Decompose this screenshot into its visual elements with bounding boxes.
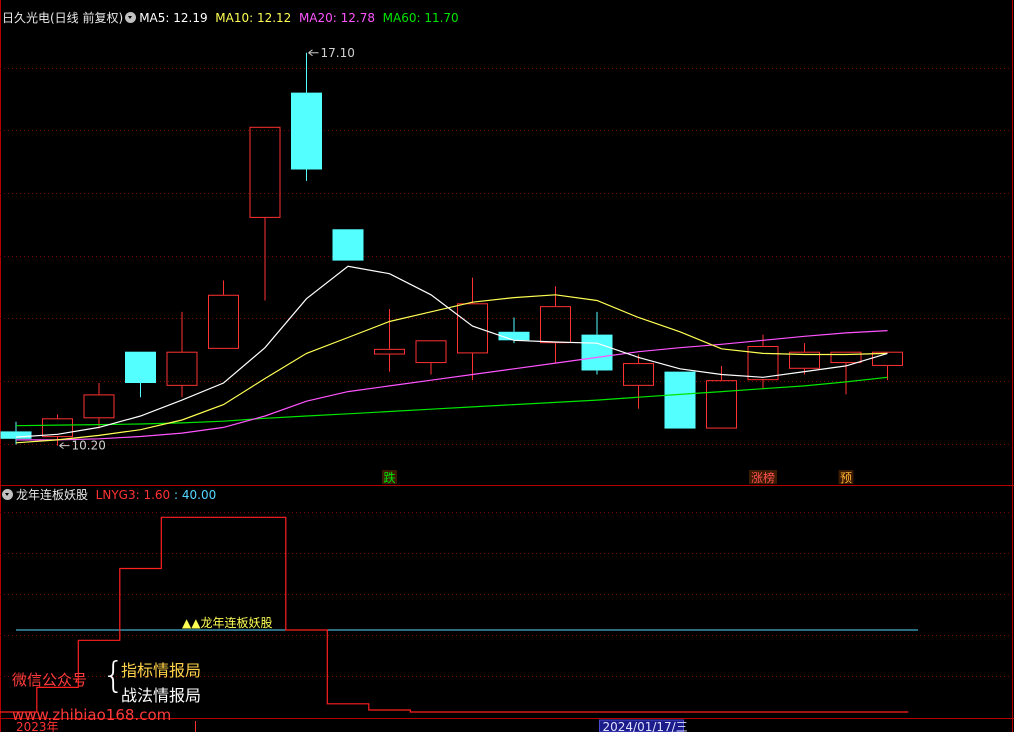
ma20-legend: MA20: 12.78 xyxy=(298,11,375,25)
indicator-name: 龙年连板妖股 xyxy=(16,488,89,502)
candle-body xyxy=(249,126,281,218)
candle-body xyxy=(332,229,364,261)
candle xyxy=(664,371,696,429)
candle xyxy=(125,351,156,398)
watermark-wechat: 微信公众号 xyxy=(12,671,88,689)
candle xyxy=(540,286,571,364)
candle xyxy=(457,277,488,381)
candle-body xyxy=(706,380,737,429)
watermark-line2: 战法情报局 xyxy=(121,686,202,705)
candle xyxy=(291,52,322,181)
date-cursor-label: 2024/01/17/三 xyxy=(603,720,688,732)
candle xyxy=(415,340,447,375)
candle xyxy=(166,311,198,398)
stock-title: 日久光电(日线 前复权) xyxy=(2,11,124,25)
annotation-label: 17.10 xyxy=(321,46,355,60)
ma60-legend: MA60: 11.70 xyxy=(382,11,459,25)
signal-marker-label: 预 xyxy=(840,471,852,485)
watermark-line1: 指标情报局 xyxy=(121,661,202,680)
candle-body xyxy=(125,351,156,384)
lnyg3-legend: LNYG3: 1.60 xyxy=(95,488,171,502)
candle-body xyxy=(540,306,571,344)
candle xyxy=(747,334,779,389)
candle-body xyxy=(581,334,613,371)
candle-body xyxy=(208,294,239,349)
candle xyxy=(249,126,281,301)
ma5-legend: MA5: 12.19 xyxy=(139,11,208,25)
candle-body xyxy=(291,92,322,170)
candle xyxy=(208,280,239,349)
price-annotation: 17.10 xyxy=(308,46,355,60)
candle xyxy=(830,351,862,395)
signal-marker: 涨榜 xyxy=(749,470,777,485)
candle-body xyxy=(415,340,447,364)
signal-marker-label: 跌 xyxy=(383,470,395,485)
candle-body xyxy=(457,303,488,354)
candle-body xyxy=(374,348,405,355)
annotation-label: 10.20 xyxy=(72,439,106,453)
signal-marker: 预 xyxy=(838,470,854,485)
dropdown-icon[interactable] xyxy=(125,12,137,23)
candle xyxy=(83,383,115,429)
indicator-header: 龙年连板妖股 LNYG3: 1.60 : 40.00 xyxy=(2,488,216,502)
price-annotation: 10.20 xyxy=(59,439,106,453)
signal-marker: 跌 xyxy=(382,470,397,485)
stock-chart[interactable]: 17.1010.20跌 涨榜 预▲▲龙年连板妖股2023年 2024/01/17/三 xyxy=(0,0,1014,732)
candle-body xyxy=(623,363,654,386)
candle xyxy=(498,317,530,344)
dropdown-icon[interactable] xyxy=(2,489,13,500)
ma60-line xyxy=(15,376,888,427)
main-chart-header: 日久光电(日线 前复权) MA5: 12.19 MA10: 12.12 MA20:… xyxy=(2,11,459,25)
ma10-legend: MA10: 12.12 xyxy=(215,11,292,25)
candle xyxy=(332,229,364,261)
candle-body xyxy=(664,371,696,429)
candle-body xyxy=(166,351,198,386)
candle-body xyxy=(83,394,115,419)
ref-value-legend: : 40.00 xyxy=(174,488,217,502)
watermark-url: www.zhibiao168.com xyxy=(12,706,172,724)
candle-body xyxy=(747,346,779,381)
signal-marker-label: 涨榜 xyxy=(751,470,775,485)
candle-body xyxy=(0,431,32,439)
reference-label: ▲▲龙年连板妖股 xyxy=(182,615,272,630)
